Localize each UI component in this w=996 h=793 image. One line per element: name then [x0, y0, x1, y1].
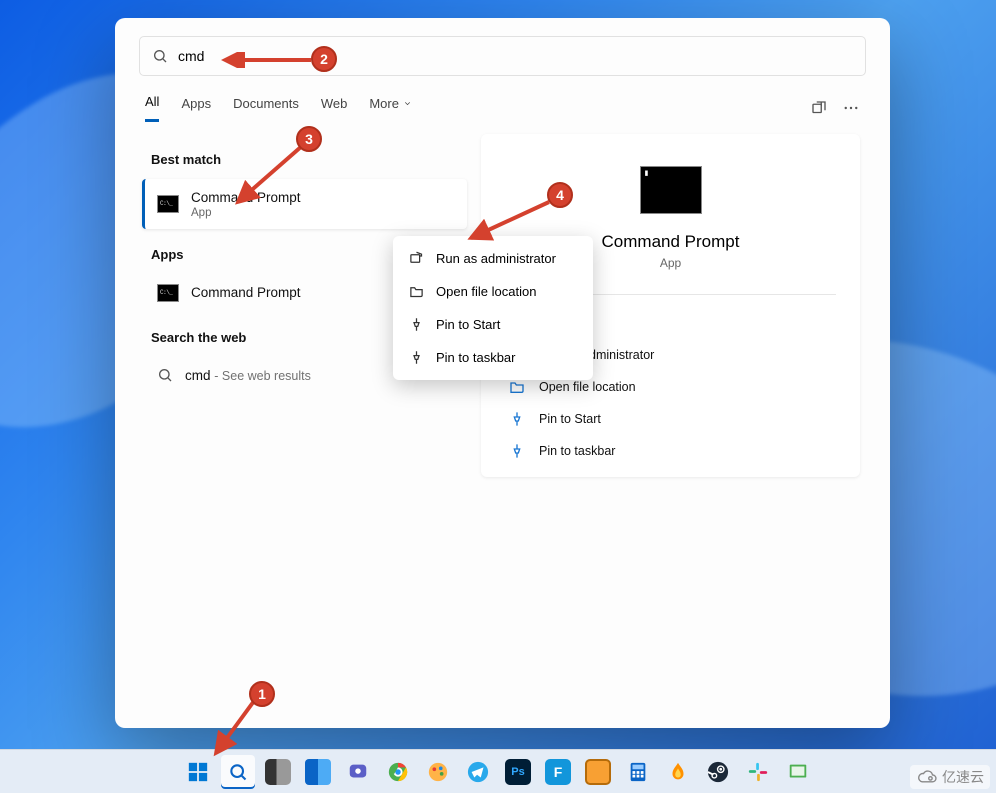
tb-slack[interactable] [741, 755, 775, 789]
board-icon [787, 761, 809, 783]
chevron-down-icon [403, 99, 412, 108]
telegram-icon [467, 761, 489, 783]
chrome-icon [387, 761, 409, 783]
search-icon [228, 762, 248, 782]
tb-app-f[interactable]: F [541, 755, 575, 789]
pin-icon [409, 350, 424, 365]
chat-icon [347, 761, 369, 783]
tab-documents[interactable]: Documents [233, 94, 299, 122]
palette-icon [427, 761, 449, 783]
folder-icon [409, 284, 424, 299]
tb-app-board[interactable] [781, 755, 815, 789]
pin-icon [409, 317, 424, 332]
ctx-label: Pin to Start [436, 317, 500, 332]
tb-steam[interactable] [701, 755, 735, 789]
step-badge-3: 3 [296, 126, 322, 152]
watermark-text: 亿速云 [942, 767, 984, 787]
action-label: Pin to Start [539, 412, 601, 426]
tb-snip[interactable] [581, 755, 615, 789]
action-pin-taskbar[interactable]: Pin to taskbar [505, 435, 836, 467]
ctx-label: Open file location [436, 284, 536, 299]
arrow-1 [194, 697, 258, 761]
ctx-label: Run as administrator [436, 251, 556, 266]
web-term: cmd [185, 368, 211, 383]
web-hint: - See web results [214, 369, 311, 383]
action-pin-start[interactable]: Pin to Start [505, 403, 836, 435]
admin-icon [409, 251, 424, 266]
ctx-run-admin[interactable]: Run as administrator [393, 242, 593, 275]
command-prompt-icon [157, 195, 179, 213]
result-title: Command Prompt [191, 284, 301, 302]
start-search-panel: All Apps Documents Web More Best match C… [115, 18, 890, 728]
step-badge-1: 1 [249, 681, 275, 707]
tb-taskview[interactable] [261, 755, 295, 789]
cloud-icon [916, 769, 938, 785]
step-badge-2: 2 [311, 46, 337, 72]
action-label: Open file location [539, 380, 636, 394]
ctx-pin-taskbar[interactable]: Pin to taskbar [393, 341, 593, 374]
slack-icon [747, 761, 769, 783]
tab-all[interactable]: All [145, 94, 159, 122]
tab-web[interactable]: Web [321, 94, 348, 122]
context-menu: Run as administrator Open file location … [393, 236, 593, 380]
watermark: 亿速云 [910, 765, 990, 789]
pin-icon [509, 411, 525, 427]
taskbar: Ps F [0, 749, 996, 793]
tb-telegram[interactable] [461, 755, 495, 789]
windows-icon [187, 761, 209, 783]
more-icon[interactable] [842, 99, 860, 117]
action-label: Pin to taskbar [539, 444, 615, 458]
tab-apps[interactable]: Apps [181, 94, 211, 122]
tb-app-flame[interactable] [661, 755, 695, 789]
ctx-open-location[interactable]: Open file location [393, 275, 593, 308]
search-icon [157, 367, 173, 383]
steam-icon [707, 761, 729, 783]
arrow-4 [463, 198, 553, 244]
search-icon [152, 48, 168, 64]
tb-paint[interactable] [421, 755, 455, 789]
arrow-3 [230, 142, 308, 210]
section-best-match: Best match [151, 152, 467, 167]
tb-chat[interactable] [341, 755, 375, 789]
tb-photoshop[interactable]: Ps [501, 755, 535, 789]
calculator-icon [627, 761, 649, 783]
tb-chrome[interactable] [381, 755, 415, 789]
command-prompt-icon [157, 284, 179, 302]
tb-calculator[interactable] [621, 755, 655, 789]
arrow-2 [219, 52, 315, 68]
folder-icon [509, 379, 525, 395]
popout-icon[interactable] [810, 99, 828, 117]
ctx-label: Pin to taskbar [436, 350, 516, 365]
preview-app-icon [640, 166, 702, 214]
tab-more[interactable]: More [369, 94, 412, 122]
step-badge-4: 4 [547, 182, 573, 208]
ctx-pin-start[interactable]: Pin to Start [393, 308, 593, 341]
tb-widgets[interactable] [301, 755, 335, 789]
pin-icon [509, 443, 525, 459]
search-tabs: All Apps Documents Web More [145, 94, 412, 122]
flame-icon [667, 761, 689, 783]
